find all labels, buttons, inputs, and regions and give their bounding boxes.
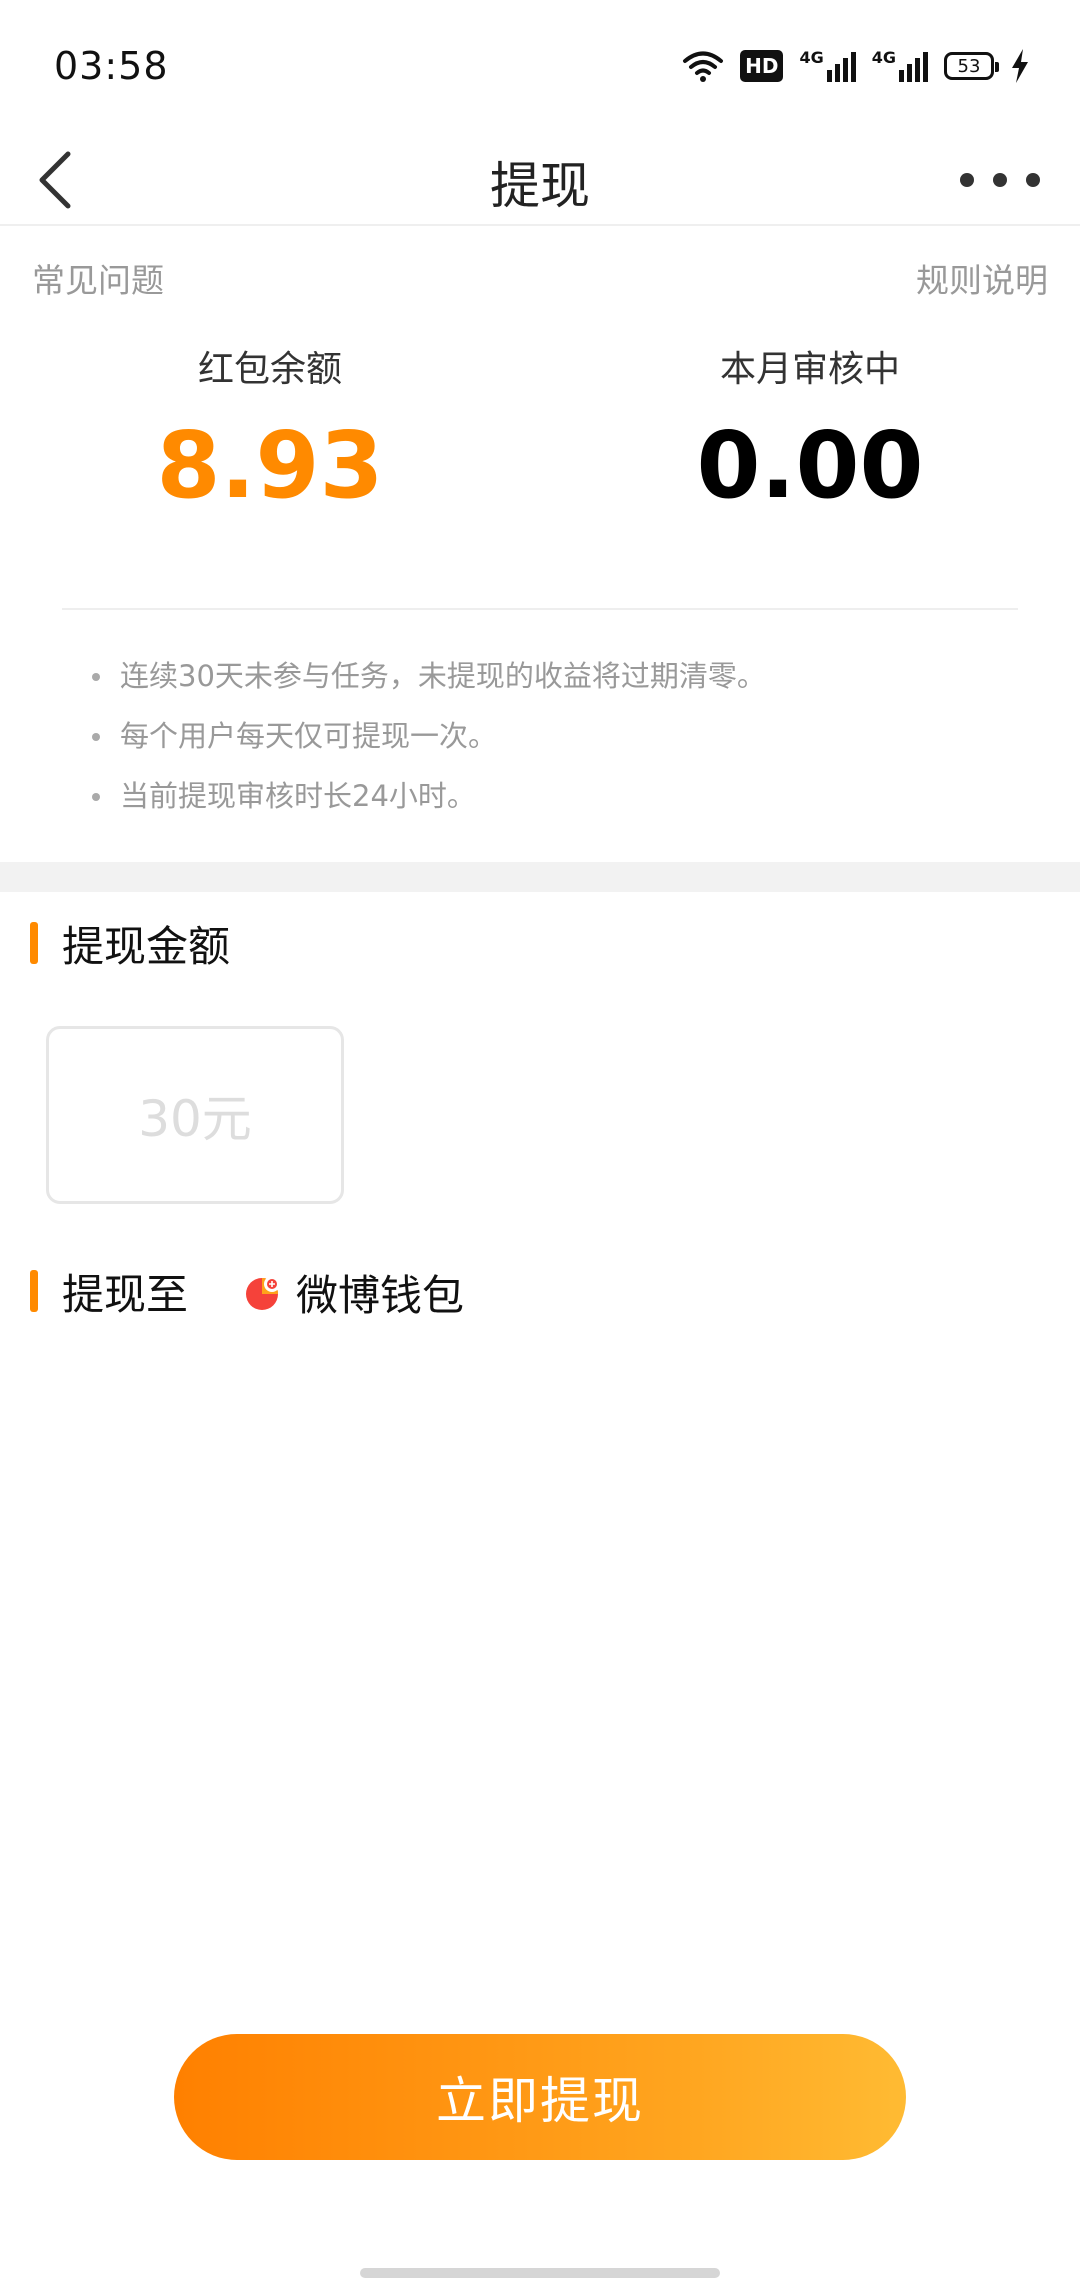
reviewing-label: 本月审核中 [719,349,900,390]
withdraw-to-title: 提现至 [62,1269,189,1319]
divider [62,608,1018,610]
section-separator [0,862,1080,892]
nav-header: 提现 [0,130,1080,226]
battery-icon: 53 [944,52,999,80]
battery-level: 53 [957,55,981,77]
accent-bar [30,922,38,964]
faq-link[interactable]: 常见问题 [32,254,164,302]
withdraw-now-button[interactable]: 立即提现 [174,2034,906,2160]
network-1-label: 4G [799,48,824,67]
red-packet-value: 8.93 [156,412,384,519]
more-dot-icon [993,173,1007,187]
home-indicator[interactable] [360,2268,720,2278]
hd-badge-label: HD [745,54,779,78]
network-2-label: 4G [871,48,896,67]
withdraw-amount-heading: 提现金额 [30,918,230,971]
signal-icon [826,52,856,82]
reviewing-value: 0.00 [696,412,924,519]
status-time: 03:58 [54,44,169,88]
amount-option-30[interactable]: 30元 [46,1026,344,1204]
note-item: 每个用户每天仅可提现一次。 [92,712,766,772]
signal-icon [899,52,928,82]
network-1: 4G [799,48,856,82]
rules-link[interactable]: 规则说明 [916,254,1048,302]
more-dot-icon [1026,173,1040,187]
charging-icon [1012,49,1028,83]
wallet-label: 微博钱包 [296,1270,465,1320]
note-item: 当前提现审核时长24小时。 [92,772,766,832]
wifi-icon [683,51,724,82]
withdraw-amount-title: 提现金额 [62,921,231,971]
withdraw-to-heading: 提现至 [30,1266,188,1319]
status-icons: HD 4G 4G 53 [682,44,1030,88]
weibo-wallet-icon [246,1276,280,1310]
note-item: 连续30天未参与任务，未提现的收益将过期清零。 [92,652,766,712]
red-packet-balance: 红包余额 8.93 [70,340,470,512]
accent-bar [30,1270,38,1312]
hd-badge: HD [740,50,784,82]
withdraw-page: 03:58 HD 4G 4G 53 提现 常见问题 规则说明 红包余额 8.93… [0,0,1080,2280]
wallet-selector[interactable]: 微博钱包 [244,1266,464,1320]
more-button[interactable] [960,150,1040,210]
network-2: 4G [872,50,928,82]
notes-list: 连续30天未参与任务，未提现的收益将过期清零。 每个用户每天仅可提现一次。 当前… [92,652,766,832]
red-packet-label: 红包余额 [197,349,342,390]
reviewing-balance: 本月审核中 0.00 [610,340,1010,512]
more-dot-icon [960,173,974,187]
status-bar: 03:58 HD 4G 4G 53 [0,0,1080,130]
page-title: 提现 [490,157,590,215]
